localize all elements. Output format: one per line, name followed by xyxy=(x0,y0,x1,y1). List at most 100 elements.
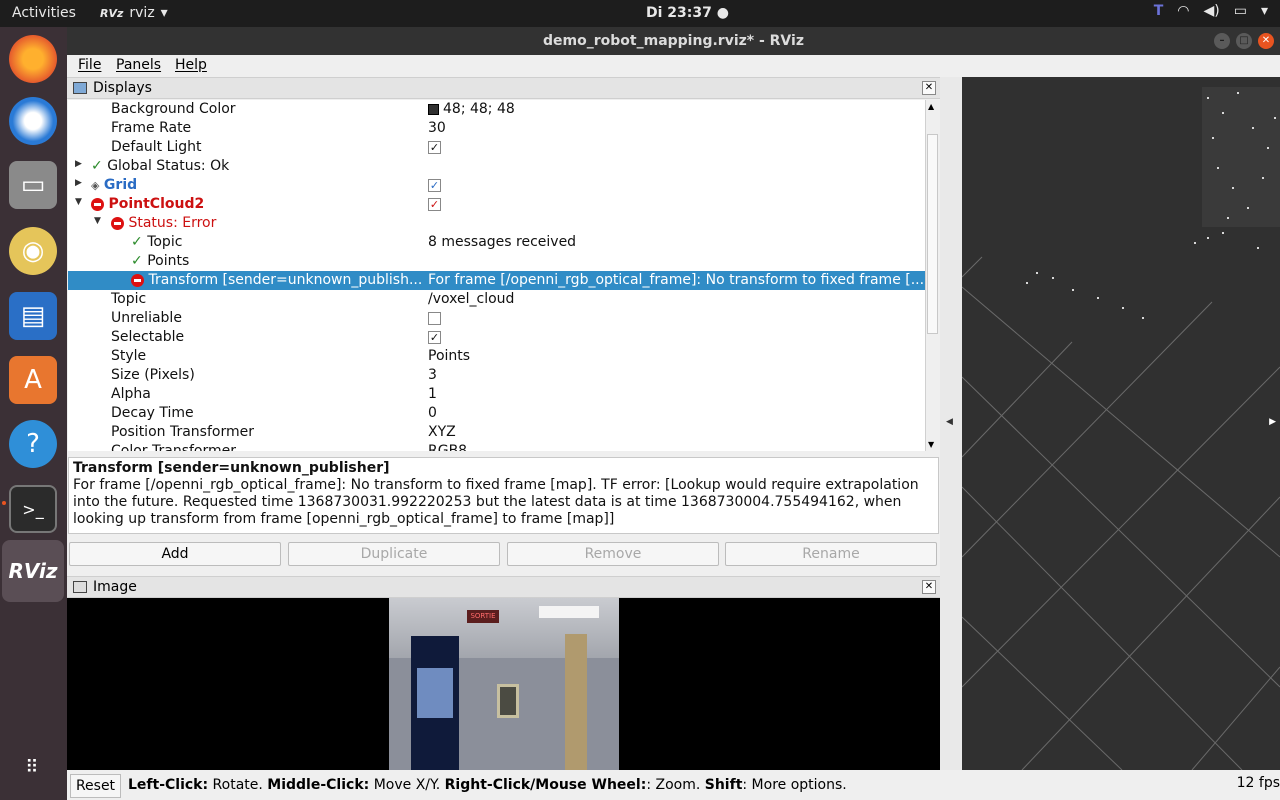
app-menu[interactable]: RVz rviz ▾ xyxy=(100,5,168,21)
property-value[interactable]: 30 xyxy=(428,120,925,136)
firefox-icon[interactable] xyxy=(9,35,57,83)
status-label: ✓ Global Status: Ok xyxy=(91,158,230,174)
remove-button[interactable]: Remove xyxy=(507,542,719,566)
view-splitter[interactable]: ◀ xyxy=(940,77,962,770)
3d-render-view[interactable]: ▶ xyxy=(962,77,1280,770)
chevron-down-icon[interactable]: ▾ xyxy=(1261,3,1268,19)
checkbox[interactable]: ✓ xyxy=(428,140,441,154)
tree-row[interactable]: Size (Pixels) 3 xyxy=(68,366,925,385)
check-icon: ✓ xyxy=(131,234,143,250)
description-title: Transform [sender=unknown_publisher] xyxy=(73,460,390,476)
close-icon[interactable]: ✕ xyxy=(922,81,936,95)
tree-row[interactable]: ✓ Points xyxy=(68,252,925,271)
property-value[interactable]: 1 xyxy=(428,386,925,402)
displays-tree[interactable]: Background Color 48; 48; 48 Frame Rate 3… xyxy=(68,100,925,451)
scroll-up-icon[interactable]: ▲ xyxy=(928,102,934,111)
collapse-arrow-icon[interactable]: ▼ xyxy=(75,197,82,207)
rhythmbox-icon[interactable]: ◉ xyxy=(9,227,57,275)
tree-row[interactable]: Position Transformer XYZ xyxy=(68,423,925,442)
reset-button[interactable]: Reset xyxy=(70,774,121,798)
checkbox[interactable]: ✓ xyxy=(428,330,441,344)
software-icon[interactable]: A xyxy=(9,356,57,404)
menu-file[interactable]: File xyxy=(78,57,101,73)
volume-icon[interactable]: ◀) xyxy=(1204,3,1220,19)
property-description: Transform [sender=unknown_publisher] For… xyxy=(68,457,939,534)
chevron-left-icon[interactable]: ◀ xyxy=(946,417,953,427)
tree-row[interactable]: Default Light ✓ xyxy=(68,138,925,157)
property-value[interactable]: RGB8 xyxy=(428,443,925,451)
checkbox[interactable] xyxy=(428,311,441,325)
error-icon xyxy=(111,216,124,230)
menu-help[interactable]: Help xyxy=(175,57,207,73)
tree-row[interactable]: ▼ Status: Error xyxy=(68,214,925,233)
property-label: Default Light xyxy=(111,139,202,155)
tree-row[interactable]: ▼ PointCloud2 ✓ xyxy=(68,195,925,214)
property-value[interactable]: ✓ xyxy=(428,177,925,193)
add-button[interactable]: Add xyxy=(69,542,281,566)
checkbox[interactable]: ✓ xyxy=(428,197,441,211)
close-button[interactable]: ✕ xyxy=(1258,33,1274,49)
chevron-right-icon[interactable]: ▶ xyxy=(1269,417,1276,427)
tree-row[interactable]: ▶ ◈ Grid ✓ xyxy=(68,176,925,195)
tree-scrollbar[interactable]: ▲ ▼ xyxy=(925,100,939,451)
tree-row[interactable]: Frame Rate 30 xyxy=(68,119,925,138)
tree-row-selected[interactable]: Transform [sender=unknown_publish... For… xyxy=(68,271,925,290)
property-label: Color Transformer xyxy=(111,443,237,451)
tree-row[interactable]: Unreliable xyxy=(68,309,925,328)
show-applications-icon[interactable]: ⠿ xyxy=(9,743,57,791)
property-value[interactable]: ✓ xyxy=(428,196,925,212)
rename-button[interactable]: Rename xyxy=(725,542,937,566)
property-value: 8 messages received xyxy=(428,234,577,250)
scroll-down-icon[interactable]: ▼ xyxy=(928,440,934,449)
duplicate-button[interactable]: Duplicate xyxy=(288,542,500,566)
property-value[interactable] xyxy=(428,310,925,326)
clock[interactable]: Di 23:37 ● xyxy=(646,5,729,21)
mouse-help-text: Left-Click: Rotate. Middle-Click: Move X… xyxy=(128,777,847,793)
writer-icon[interactable]: ▤ xyxy=(9,292,57,340)
tree-row[interactable]: Topic /voxel_cloud xyxy=(68,290,925,309)
menu-panels[interactable]: Panels xyxy=(116,57,161,73)
tree-row[interactable]: Selectable ✓ xyxy=(68,328,925,347)
tree-row[interactable]: Style Points xyxy=(68,347,925,366)
checkbox[interactable]: ✓ xyxy=(428,178,441,192)
wifi-icon[interactable]: ◠ xyxy=(1177,3,1189,19)
expand-arrow-icon[interactable]: ▶ xyxy=(75,178,82,188)
files-icon[interactable]: ▭ xyxy=(9,161,57,209)
title-bar[interactable]: demo_robot_mapping.rviz* - RViz – □ ✕ xyxy=(67,27,1280,55)
minimize-button[interactable]: – xyxy=(1214,33,1230,49)
tree-row[interactable]: Decay Time 0 xyxy=(68,404,925,423)
thunderbird-icon[interactable] xyxy=(9,97,57,145)
image-view[interactable]: SORTIE xyxy=(67,598,940,770)
help-icon[interactable]: ? xyxy=(9,420,57,468)
tree-row[interactable]: Background Color 48; 48; 48 xyxy=(68,100,925,119)
scroll-thumb[interactable] xyxy=(927,134,938,334)
check-icon: ✓ xyxy=(91,158,103,174)
property-value[interactable]: ✓ xyxy=(428,139,925,155)
tree-row[interactable]: ▶ ✓ Global Status: Ok xyxy=(68,157,925,176)
rviz-dock-icon[interactable]: RViz xyxy=(2,540,64,602)
close-icon[interactable]: ✕ xyxy=(922,580,936,594)
property-value[interactable]: 3 xyxy=(428,367,925,383)
terminal-icon[interactable]: >_ xyxy=(9,485,57,533)
teams-icon[interactable]: T xyxy=(1154,3,1164,19)
property-value[interactable]: XYZ xyxy=(428,424,925,440)
property-value[interactable]: 48; 48; 48 xyxy=(428,101,925,117)
tree-row[interactable]: Color Transformer RGB8 xyxy=(68,442,925,451)
activities-button[interactable]: Activities xyxy=(12,5,76,21)
tree-row[interactable]: Alpha 1 xyxy=(68,385,925,404)
fps-counter: 12 fps xyxy=(1236,775,1280,791)
panel-title: Displays xyxy=(93,80,152,96)
expand-arrow-icon[interactable]: ▶ xyxy=(75,159,82,169)
collapse-arrow-icon[interactable]: ▼ xyxy=(94,216,101,226)
property-value[interactable]: 0 xyxy=(428,405,925,421)
camera-image: SORTIE xyxy=(389,598,619,770)
property-value[interactable]: /voxel_cloud xyxy=(428,291,925,307)
system-tray[interactable]: T ◠ ◀) ▭ ▾ xyxy=(1154,3,1268,19)
property-value[interactable]: ✓ xyxy=(428,329,925,345)
tree-row[interactable]: ✓ Topic 8 messages received xyxy=(68,233,925,252)
maximize-button[interactable]: □ xyxy=(1236,33,1252,49)
battery-icon[interactable]: ▭ xyxy=(1234,3,1247,19)
property-value[interactable]: Points xyxy=(428,348,925,364)
status-label: ✓ Points xyxy=(131,253,190,269)
error-icon xyxy=(131,273,144,287)
